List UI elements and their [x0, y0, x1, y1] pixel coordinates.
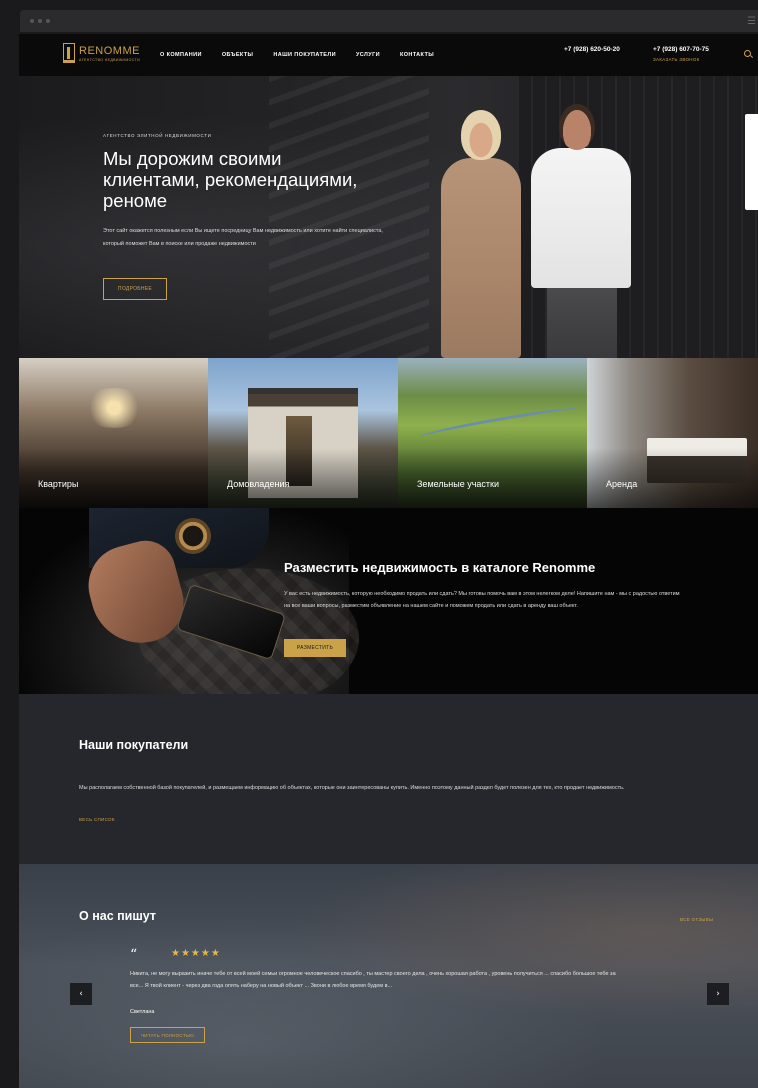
review-author: Светлана — [130, 1009, 155, 1015]
logo-text: RENOMME АГЕНТСТВО НЕДВИЖИМОСТИ — [79, 45, 140, 62]
place-listing-title: Разместить недвижимость в каталоге Renom… — [284, 560, 596, 575]
logo[interactable]: RENOMME АГЕНТСТВО НЕДВИЖИМОСТИ — [63, 43, 140, 63]
watch-image — [175, 518, 211, 554]
buyers-title: Наши покупатели — [79, 738, 189, 752]
hero-kicker: Агентство элитной недвижимости — [103, 133, 212, 138]
logo-tagline: АГЕНТСТВО НЕДВИЖИМОСТИ — [79, 57, 141, 62]
category-label: Квартиры — [38, 479, 79, 489]
hero-section: Агентство элитной недвижимости Мы дорожи… — [19, 76, 758, 358]
hero-agents-photo — [417, 104, 647, 358]
hero-staircase-image — [269, 76, 429, 358]
category-apartments[interactable]: Квартиры — [19, 358, 208, 508]
place-listing-text: У вас есть недвижимость, которую необход… — [284, 591, 680, 609]
browser-chrome: ☰ — [20, 10, 758, 32]
nav-item-services[interactable]: Услуги — [356, 52, 380, 58]
read-full-review-button[interactable]: Читать полностью — [130, 1027, 205, 1043]
hero-description: Этот сайт окажется полезным если Вы ищет… — [103, 228, 383, 247]
side-widget-tab[interactable] — [745, 114, 758, 210]
place-listing-button[interactable]: Разместить — [284, 639, 346, 657]
nav-item-contacts[interactable]: Контакты — [400, 52, 434, 58]
window-dot-icon — [46, 19, 50, 23]
river-landscape-image — [418, 404, 578, 442]
prev-arrow-icon[interactable]: ‹ — [70, 983, 92, 1005]
nav-item-objects[interactable]: Объекты — [222, 52, 254, 58]
callback-link[interactable]: Заказать звонок — [653, 57, 700, 62]
menu-icon[interactable]: ☰ — [747, 16, 756, 27]
categories-strip: Квартиры Домовладения Земельные участки … — [19, 358, 758, 508]
search-icon[interactable] — [744, 50, 751, 57]
category-label: Земельные участки — [417, 479, 500, 489]
window-dot-icon — [38, 19, 42, 23]
quote-icon: “ — [130, 947, 138, 963]
category-rent[interactable]: Аренда — [587, 358, 758, 508]
phone-link-2[interactable]: +7 (928) 607-70-75 — [653, 46, 709, 53]
reviews-title: О нас пишут — [79, 909, 157, 923]
review-text: Никита, не могу выразить иначе тебе от в… — [130, 971, 616, 989]
category-houses[interactable]: Домовладения — [208, 358, 398, 508]
buyers-list-link[interactable]: Весь список — [79, 817, 115, 822]
hero-more-button[interactable]: Подробнее — [103, 278, 167, 300]
category-label: Домовладения — [227, 479, 290, 489]
phone-link-1[interactable]: +7 (928) 620-50-20 — [564, 46, 620, 53]
main-nav: О компании Объекты Наши покупатели Услуг… — [160, 52, 434, 58]
hero-title: Мы дорожим своими клиентами, рекомендаци… — [103, 148, 358, 211]
logo-mark-icon — [63, 43, 75, 63]
category-label: Аренда — [606, 479, 638, 489]
rating-stars-icon: ★★★★★ — [171, 948, 221, 959]
buyers-section: Наши покупатели Мы располагаем собственн… — [19, 694, 758, 864]
all-reviews-link[interactable]: Все отзывы — [680, 917, 713, 922]
website-page: RENOMME АГЕНТСТВО НЕДВИЖИМОСТИ О компани… — [19, 34, 758, 1088]
chandelier-image — [79, 388, 149, 428]
next-arrow-icon[interactable]: › — [707, 983, 729, 1005]
reviews-section: О нас пишут Все отзывы “ ★★★★★ Никита, н… — [19, 864, 758, 1088]
buyers-text: Мы располагаем собственной базой покупат… — [79, 785, 625, 791]
place-listing-section: Разместить недвижимость в каталоге Renom… — [19, 508, 758, 694]
nav-item-buyers[interactable]: Наши покупатели — [273, 52, 336, 58]
site-header: RENOMME АГЕНТСТВО НЕДВИЖИМОСТИ О компани… — [19, 34, 758, 76]
category-land[interactable]: Земельные участки — [398, 358, 587, 508]
logo-name: RENOMME — [79, 44, 140, 57]
window-dot-icon — [30, 19, 34, 23]
nav-item-company[interactable]: О компании — [160, 52, 202, 58]
